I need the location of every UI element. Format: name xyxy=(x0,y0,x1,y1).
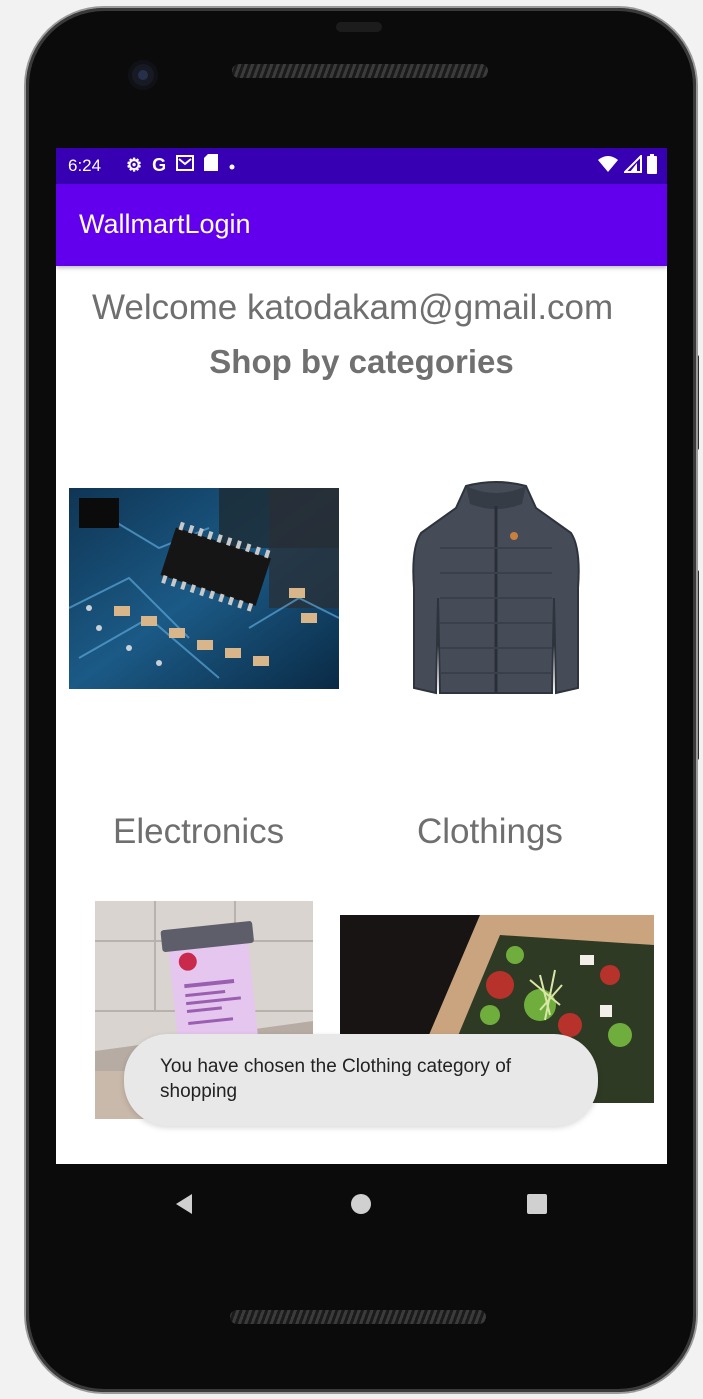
app-title: WallmartLogin xyxy=(79,209,251,239)
home-button[interactable] xyxy=(341,1164,381,1244)
section-title: Shop by categories xyxy=(209,343,514,380)
category-label-electronics[interactable]: Electronics xyxy=(113,812,284,852)
recents-icon xyxy=(527,1194,547,1214)
front-camera xyxy=(128,60,158,90)
top-speaker xyxy=(232,64,488,78)
back-icon xyxy=(176,1194,192,1214)
home-icon xyxy=(351,1194,371,1214)
welcome-text: Welcome katodakam@gmail.com xyxy=(92,288,614,327)
back-button[interactable] xyxy=(164,1164,204,1244)
status-bar: 6:24 ⚙ G xyxy=(56,148,667,184)
phone-screen: 6:24 ⚙ G WallmartLogin Welcome katodakam… xyxy=(56,148,667,1164)
clothing-image[interactable] xyxy=(396,478,596,698)
status-time: 6:24 xyxy=(68,156,102,175)
recents-button[interactable] xyxy=(517,1164,557,1244)
gmail-icon xyxy=(176,154,195,176)
toast-message: You have chosen the Clothing category of… xyxy=(124,1034,598,1126)
dot-icon xyxy=(228,155,236,176)
gear-icon: ⚙ xyxy=(126,154,143,175)
bottom-speaker xyxy=(230,1310,486,1324)
navigation-bar xyxy=(56,1164,667,1244)
sd-card-icon xyxy=(204,154,219,176)
category-label-clothings[interactable]: Clothings xyxy=(417,812,563,852)
electronics-image[interactable] xyxy=(69,488,339,689)
signal-icon xyxy=(622,153,642,178)
app-bar: WallmartLogin xyxy=(56,184,667,266)
toast-text: You have chosen the Clothing category of… xyxy=(160,1056,512,1102)
wifi-icon xyxy=(597,155,619,178)
google-icon: G xyxy=(152,154,167,175)
earpiece xyxy=(336,22,382,32)
battery-icon xyxy=(647,154,657,179)
